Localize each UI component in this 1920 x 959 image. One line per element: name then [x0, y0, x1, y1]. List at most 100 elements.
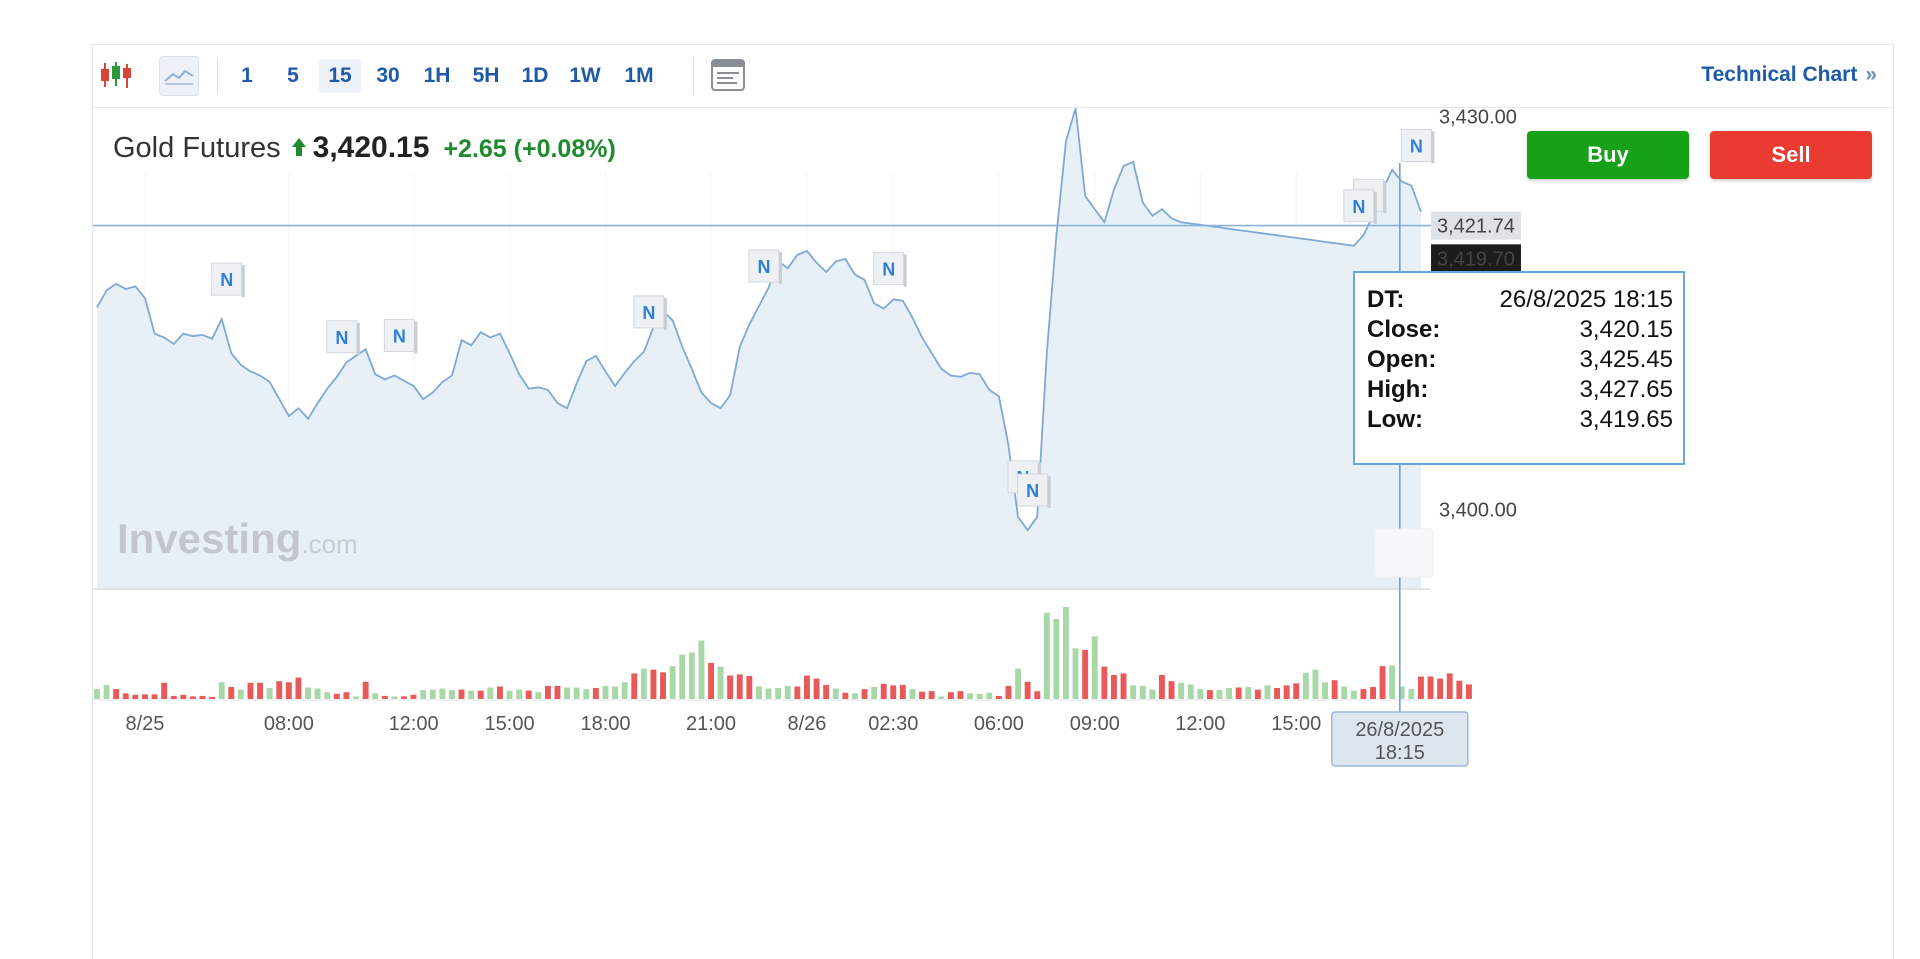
- sell-button[interactable]: Sell: [1710, 131, 1872, 179]
- news-flag-shadow: [1047, 476, 1051, 509]
- crosshair-date: 26/8/2025: [1355, 719, 1444, 741]
- volume-bar: [1043, 612, 1050, 699]
- volume-bar: [285, 682, 292, 699]
- news-flag-label: N: [1410, 137, 1423, 157]
- news-flag: N: [1400, 129, 1435, 164]
- volume-bar: [621, 682, 628, 699]
- volume-bar: [708, 662, 714, 699]
- volume-bar: [919, 691, 925, 699]
- tooltip-row-date: DT: 26/8/2025 18:15: [1367, 285, 1673, 315]
- volume-bar: [1245, 687, 1252, 699]
- buy-button[interactable]: Buy: [1527, 131, 1689, 179]
- x-tick-label: 18:00: [580, 713, 630, 735]
- volume-bar: [794, 686, 801, 699]
- tooltip-value: 3,427.65: [1579, 376, 1673, 403]
- volume-bar: [142, 694, 148, 699]
- volume-bar: [1456, 680, 1463, 699]
- volume-bar: [909, 689, 916, 699]
- volume-bar: [1005, 685, 1012, 699]
- news-flag: N: [1343, 189, 1377, 224]
- volume-bar: [842, 692, 849, 699]
- volume-bar: [103, 684, 110, 699]
- volume-bar: [295, 677, 302, 699]
- volume-bar: [1350, 690, 1357, 699]
- news-flag: N: [873, 252, 907, 287]
- tooltip-row-open: Open: 3,425.45: [1367, 345, 1673, 375]
- news-flag: N: [1017, 473, 1051, 509]
- volume-bar: [1168, 681, 1175, 699]
- watermark-suffix: .com: [301, 529, 357, 559]
- volume-bar: [314, 688, 321, 699]
- volume-bar: [736, 674, 743, 699]
- instrument-name: Gold Futures: [113, 132, 281, 164]
- news-flag: N: [211, 262, 245, 298]
- data-tooltip: DT: 26/8/2025 18:15 Close: 3,420.15 Open: 3…: [1353, 271, 1685, 465]
- volume-bar: [1302, 672, 1309, 699]
- volume-bar: [324, 692, 331, 699]
- price-change-abs: +2.65: [443, 135, 507, 163]
- news-flag-shadow: [779, 252, 782, 285]
- volume-bar: [497, 686, 503, 699]
- news-flag: N: [383, 318, 418, 354]
- last-price-label: 3,419.70: [1437, 248, 1515, 270]
- volume-bar: [333, 693, 340, 699]
- volume-bar: [525, 690, 532, 699]
- volume-bar: [218, 682, 225, 699]
- x-tick-label: 8/26: [788, 713, 827, 735]
- news-flag-shadow: [241, 265, 245, 298]
- tooltip-row-low: Low: 3,419.65: [1367, 405, 1673, 435]
- news-flag-shadow: [1373, 191, 1377, 224]
- y-tick-label: 3,430.00: [1439, 106, 1517, 128]
- volume-bar: [1226, 688, 1232, 699]
- price-chart[interactable]: 3,430.003,410.003,400.008/2508:0012:0015…: [93, 45, 1893, 959]
- volume-bar: [1466, 684, 1472, 699]
- volume-bar: [1322, 682, 1328, 699]
- volume-bar: [353, 696, 359, 699]
- volume-bar: [871, 687, 878, 699]
- news-flag-shadow: [1383, 181, 1387, 214]
- news-flag-label: N: [1026, 481, 1039, 501]
- news-flag-label: N: [1352, 197, 1365, 217]
- volume-bar: [487, 687, 494, 699]
- volume-bar: [804, 675, 810, 699]
- volume-bar: [1254, 689, 1261, 699]
- volume-bar: [679, 654, 686, 699]
- volume-bar: [1427, 676, 1434, 699]
- news-flag-shadow: [414, 321, 418, 354]
- volume-bar: [477, 690, 484, 699]
- volume-bar: [1130, 685, 1137, 699]
- x-tick-label: 12:00: [389, 713, 439, 735]
- volume-bar: [1053, 619, 1060, 699]
- volume-bar: [1034, 691, 1041, 699]
- tooltip-value: 3,419.65: [1579, 406, 1673, 433]
- arrow-up-icon: [291, 137, 307, 162]
- news-flag-shadow: [1431, 131, 1435, 164]
- x-tick-label: 09:00: [1070, 713, 1120, 735]
- volume-bar: [583, 689, 590, 699]
- price-line-label: 3,421.74: [1437, 216, 1515, 238]
- news-flag: N: [326, 320, 360, 355]
- volume-bar: [995, 695, 1002, 699]
- x-tick-label: 15:00: [485, 713, 535, 735]
- volume-bar: [1341, 686, 1348, 699]
- volume-bar: [899, 684, 906, 699]
- volume-bar: [190, 696, 196, 699]
- volume-bar: [1015, 668, 1021, 699]
- volume-bar: [209, 696, 216, 699]
- volume-bar: [592, 688, 599, 699]
- volume-bar: [545, 685, 551, 699]
- tooltip-key: DT:: [1367, 286, 1405, 313]
- tooltip-value: 3,425.45: [1579, 346, 1673, 373]
- news-flag-shadow: [663, 297, 667, 330]
- volume-bar: [784, 685, 791, 699]
- volume-bar: [237, 689, 244, 699]
- volume-bar: [631, 673, 638, 699]
- volume-bar: [1274, 688, 1280, 699]
- volume-bar: [247, 682, 254, 699]
- tooltip-row-high: High: 3,427.65: [1367, 375, 1673, 405]
- volume-bar: [1063, 607, 1069, 699]
- volume-bar: [391, 696, 398, 699]
- volume-bar: [94, 689, 100, 699]
- volume-bar: [180, 694, 187, 699]
- price-change: +2.65 (+0.08%): [443, 135, 615, 163]
